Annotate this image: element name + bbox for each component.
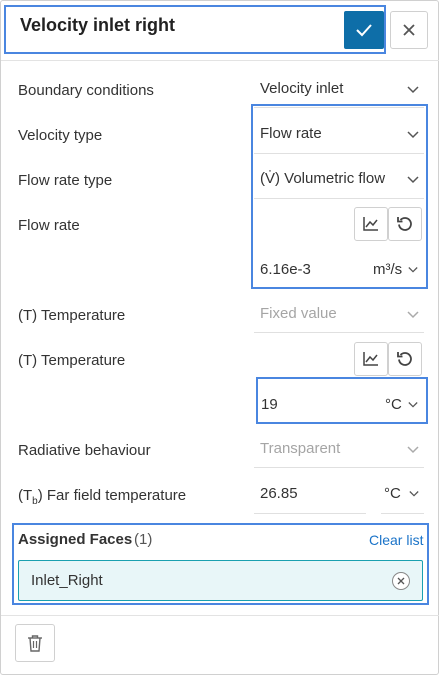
flow-rate-value: 6.16e-3 bbox=[260, 261, 311, 278]
field-underline bbox=[254, 467, 424, 468]
field-underline bbox=[254, 332, 424, 333]
velocity-type-label: Velocity type bbox=[18, 127, 103, 144]
radiative-behaviour-select: Transparent bbox=[254, 430, 424, 466]
clear-list-link[interactable]: Clear list bbox=[369, 532, 423, 548]
temperature-unit-select[interactable]: °C bbox=[369, 386, 425, 420]
flow-rate-type-label: Flow rate type bbox=[18, 172, 113, 189]
field-underline bbox=[254, 198, 424, 199]
temperature-table-button[interactable] bbox=[354, 342, 388, 376]
chevron-down-icon bbox=[407, 446, 419, 454]
flow-rate-type-value: (V̇) Volumetric flow bbox=[260, 170, 386, 187]
boundary-conditions-value: Velocity inlet bbox=[260, 80, 344, 97]
assigned-face-label: Inlet_Right bbox=[31, 572, 103, 589]
boundary-conditions-select[interactable]: Velocity inlet bbox=[254, 71, 424, 107]
remove-face-button[interactable] bbox=[392, 572, 410, 590]
flow-rate-unit-select[interactable]: m³/s bbox=[366, 251, 424, 285]
footer-divider bbox=[1, 615, 439, 616]
temperature-reset-button[interactable] bbox=[388, 342, 422, 376]
far-field-temperature-input[interactable]: 26.85 bbox=[254, 475, 366, 511]
assigned-faces-count: (1) bbox=[134, 531, 153, 548]
temperature-type-value: Fixed value bbox=[260, 305, 337, 322]
close-icon bbox=[397, 577, 405, 585]
chevron-down-icon bbox=[407, 86, 419, 94]
temperature-type-label: (T) Temperature bbox=[18, 307, 126, 324]
boundary-conditions-label: Boundary conditions bbox=[18, 82, 154, 99]
flow-rate-type-select[interactable]: (V̇) Volumetric flow bbox=[254, 160, 424, 196]
header-divider bbox=[1, 60, 439, 61]
velocity-type-select[interactable]: Flow rate bbox=[254, 115, 424, 151]
field-underline bbox=[381, 513, 424, 514]
radiative-behaviour-value: Transparent bbox=[260, 440, 341, 457]
chart-icon bbox=[363, 352, 378, 366]
far-field-temperature-unit-select[interactable]: °C bbox=[371, 475, 425, 511]
panel-title: Velocity inlet right bbox=[20, 15, 176, 35]
temperature-type-select: Fixed value bbox=[254, 295, 424, 331]
flow-rate-input[interactable]: 6.16e-3 bbox=[254, 251, 366, 285]
field-underline bbox=[254, 153, 424, 154]
reset-icon bbox=[397, 217, 412, 231]
far-field-temperature-label: (Tb) Far field temperature bbox=[18, 487, 187, 507]
reset-icon bbox=[397, 352, 412, 366]
chevron-down-icon bbox=[407, 176, 419, 184]
chevron-down-icon bbox=[407, 311, 419, 319]
delete-button[interactable] bbox=[15, 624, 55, 662]
far-field-temperature-value: 26.85 bbox=[260, 485, 298, 502]
check-icon bbox=[356, 24, 372, 37]
chart-icon bbox=[363, 217, 378, 231]
chevron-down-icon bbox=[409, 491, 419, 497]
temperature-input[interactable]: 19 bbox=[259, 386, 369, 420]
trash-icon bbox=[28, 635, 42, 652]
chevron-down-icon bbox=[408, 402, 418, 408]
flow-rate-unit: m³/s bbox=[373, 261, 403, 278]
far-field-temperature-unit: °C bbox=[384, 485, 401, 502]
assigned-face-chip[interactable]: Inlet_Right bbox=[18, 560, 423, 601]
velocity-type-value: Flow rate bbox=[260, 125, 322, 142]
field-underline bbox=[254, 513, 366, 514]
chevron-down-icon bbox=[407, 131, 419, 139]
flow-rate-table-button[interactable] bbox=[354, 207, 388, 241]
flow-rate-reset-button[interactable] bbox=[388, 207, 422, 241]
close-button[interactable] bbox=[390, 11, 428, 49]
close-icon bbox=[403, 24, 415, 36]
confirm-button[interactable] bbox=[344, 11, 384, 49]
chevron-down-icon bbox=[408, 267, 418, 273]
radiative-behaviour-label: Radiative behaviour bbox=[18, 442, 151, 459]
temperature-label: (T) Temperature bbox=[18, 352, 126, 369]
temperature-value: 19 bbox=[261, 396, 278, 413]
assigned-faces-title: Assigned Faces bbox=[18, 531, 133, 548]
flow-rate-label: Flow rate bbox=[18, 217, 80, 234]
boundary-condition-panel: Velocity inlet right Boundary conditions… bbox=[0, 0, 439, 675]
temperature-unit: °C bbox=[385, 396, 402, 413]
